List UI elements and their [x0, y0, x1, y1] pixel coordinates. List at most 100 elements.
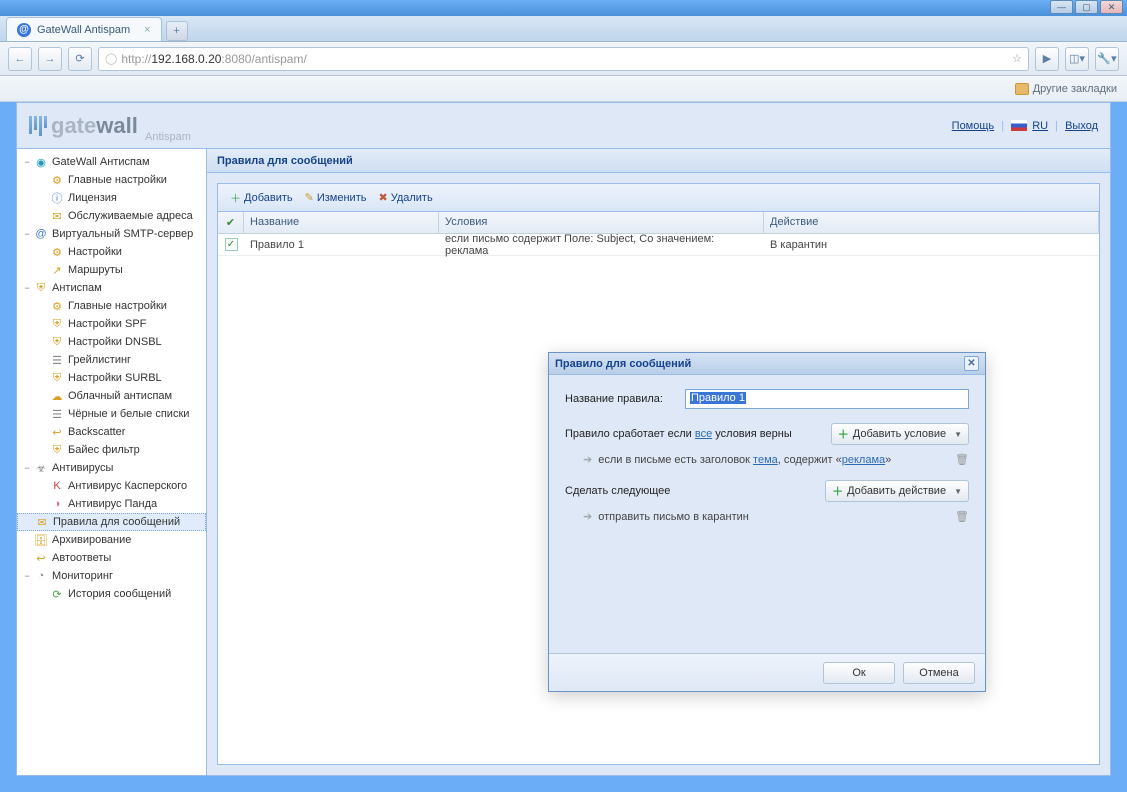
action-section-label: Сделать следующее [565, 485, 670, 497]
back-button[interactable]: ← [8, 47, 32, 71]
tree-toggle-icon[interactable]: − [21, 463, 33, 473]
logo-bars-icon [29, 116, 47, 136]
tree-node-icon: ⓘ [49, 190, 65, 206]
other-bookmarks-link[interactable]: Другие закладки [1015, 83, 1117, 95]
rules-panel: ＋Добавить ✎Изменить ✖Удалить ✔ Название … [217, 183, 1100, 765]
ok-button[interactable]: Ок [823, 662, 895, 684]
folder-icon [1015, 83, 1029, 95]
sidebar-item-label: Автоответы [52, 552, 111, 564]
sidebar-item-label: Облачный антиспам [68, 390, 172, 402]
sidebar-item-3[interactable]: ✉Обслуживаемые адреса [17, 207, 206, 225]
sidebar-item-label: Антивирус Панда [68, 498, 157, 510]
sidebar-item-5[interactable]: ⚙Настройки [17, 243, 206, 261]
new-tab-button[interactable]: + [166, 21, 188, 41]
arrow-icon: ➔ [583, 510, 592, 523]
condition-section-label: Правило сработает если все условия верны [565, 428, 792, 440]
sidebar-item-7[interactable]: −⛨Антиспам [17, 279, 206, 297]
tab-close-icon[interactable]: × [144, 24, 150, 36]
arrow-icon: ➔ [583, 453, 592, 466]
sidebar-item-14[interactable]: ☰Чёрные и белые списки [17, 405, 206, 423]
tree-node-icon: 🗄 [33, 532, 49, 548]
maximize-button[interactable]: ▢ [1075, 0, 1098, 14]
sidebar-item-label: Архивирование [52, 534, 131, 546]
sidebar-item-20[interactable]: ✉Правила для сообщений [17, 513, 206, 531]
sidebar-item-8[interactable]: ⚙Главные настройки [17, 297, 206, 315]
sidebar-item-22[interactable]: ↩Автоответы [17, 549, 206, 567]
tree-toggle-icon[interactable]: − [21, 157, 33, 167]
cancel-button[interactable]: Отмена [903, 662, 975, 684]
modal-title: Правило для сообщений [555, 358, 691, 370]
minimize-button[interactable]: — [1050, 0, 1073, 14]
sidebar-item-19[interactable]: ◑Антивирус Панда [17, 495, 206, 513]
modal-header[interactable]: Правило для сообщений ✕ [549, 353, 985, 375]
tree-node-icon: ⛨ [49, 370, 65, 386]
tree-toggle-icon[interactable]: − [21, 571, 33, 581]
forward-button[interactable]: → [38, 47, 62, 71]
delete-condition-icon[interactable]: 🗑 [955, 453, 969, 466]
delete-action-icon[interactable]: 🗑 [955, 510, 969, 523]
page-menu-button[interactable]: ◫▾ [1065, 47, 1089, 71]
favicon-icon: @ [17, 23, 31, 37]
value-link[interactable]: реклама [842, 454, 885, 466]
caret-down-icon: ▼ [954, 487, 962, 496]
sidebar-item-9[interactable]: ⛨Настройки SPF [17, 315, 206, 333]
add-action-button[interactable]: ＋ Добавить действие ▼ [825, 480, 969, 502]
logo-text-2: wall [96, 113, 138, 138]
sidebar-item-label: Антивирус Касперского [68, 480, 187, 492]
tree-node-icon: ↩ [49, 424, 65, 440]
sidebar-item-24[interactable]: ⟳История сообщений [17, 585, 206, 603]
sidebar-item-23[interactable]: −◔Мониторинг [17, 567, 206, 585]
sidebar-item-label: Настройки SURBL [68, 372, 162, 384]
sidebar-item-13[interactable]: ☁Облачный антиспам [17, 387, 206, 405]
sidebar-item-2[interactable]: ⓘЛицензия [17, 189, 206, 207]
bookmark-star-icon[interactable]: ☆ [1012, 52, 1022, 65]
sidebar-item-label: Настройки [68, 246, 122, 258]
sidebar-item-4[interactable]: −@Виртуальный SMTP-сервер [17, 225, 206, 243]
add-condition-label: Добавить условие [853, 428, 946, 440]
sidebar-item-12[interactable]: ⛨Настройки SURBL [17, 369, 206, 387]
sidebar-item-15[interactable]: ↩Backscatter [17, 423, 206, 441]
browser-tabbar: @ GateWall Antispam × + [0, 16, 1127, 42]
all-conditions-link[interactable]: все [695, 428, 712, 440]
logout-link[interactable]: Выход [1065, 120, 1098, 132]
condition-item: ➔ если в письме есть заголовок тема, сод… [583, 453, 969, 466]
main-panel: Правила для сообщений ＋Добавить ✎Изменит… [207, 149, 1110, 775]
sidebar-item-label: Backscatter [68, 426, 125, 438]
sidebar-item-label: История сообщений [68, 588, 171, 600]
tree-node-icon: ⛨ [49, 334, 65, 350]
sidebar-item-18[interactable]: KАнтивирус Касперского [17, 477, 206, 495]
wrench-menu-button[interactable]: 🔧▾ [1095, 47, 1119, 71]
sidebar-item-label: GateWall Антиспам [52, 156, 150, 168]
tree-node-icon: ⚙ [49, 244, 65, 260]
sidebar-item-21[interactable]: 🗄Архивирование [17, 531, 206, 549]
tree-toggle-icon[interactable]: − [21, 283, 33, 293]
go-button[interactable]: ▶ [1035, 47, 1059, 71]
header-field-link[interactable]: тема [753, 454, 778, 466]
caret-down-icon: ▼ [954, 430, 962, 439]
tree-toggle-icon[interactable]: − [21, 229, 33, 239]
browser-tab[interactable]: @ GateWall Antispam × [6, 17, 162, 41]
url-bar[interactable]: ◯ http://192.168.0.20:8080/antispam/ ☆ [98, 47, 1029, 71]
tree-node-icon: ✉ [34, 514, 50, 530]
sidebar-item-17[interactable]: −☣Антивирусы [17, 459, 206, 477]
close-window-button[interactable]: ✕ [1100, 0, 1123, 14]
modal-close-button[interactable]: ✕ [964, 356, 979, 371]
app-frame: gatewall Antispam Помощь | RU | Выход −◉… [16, 102, 1111, 776]
sidebar-item-16[interactable]: ⛨Байес фильтр [17, 441, 206, 459]
sidebar-item-10[interactable]: ⛨Настройки DNSBL [17, 333, 206, 351]
language-link[interactable]: RU [1032, 120, 1048, 132]
rule-modal: Правило для сообщений ✕ Название правила… [548, 352, 986, 692]
sidebar-item-11[interactable]: ☰Грейлистинг [17, 351, 206, 369]
sidebar-item-1[interactable]: ⚙Главные настройки [17, 171, 206, 189]
rule-name-input[interactable]: Правило 1 [685, 389, 969, 409]
sidebar-item-0[interactable]: −◉GateWall Антиспам [17, 153, 206, 171]
sidebar-item-label: Антиспам [52, 282, 102, 294]
reload-button[interactable]: ⟳ [68, 47, 92, 71]
help-link[interactable]: Помощь [952, 120, 995, 132]
modal-footer: Ок Отмена [549, 653, 985, 691]
sidebar-item-label: Обслуживаемые адреса [68, 210, 193, 222]
add-condition-button[interactable]: ＋ Добавить условие ▼ [831, 423, 969, 445]
sidebar-tree[interactable]: −◉GateWall Антиспам⚙Главные настройкиⓘЛи… [17, 149, 207, 775]
sidebar-item-6[interactable]: ↗Маршруты [17, 261, 206, 279]
panel-title: Правила для сообщений [207, 149, 1110, 173]
